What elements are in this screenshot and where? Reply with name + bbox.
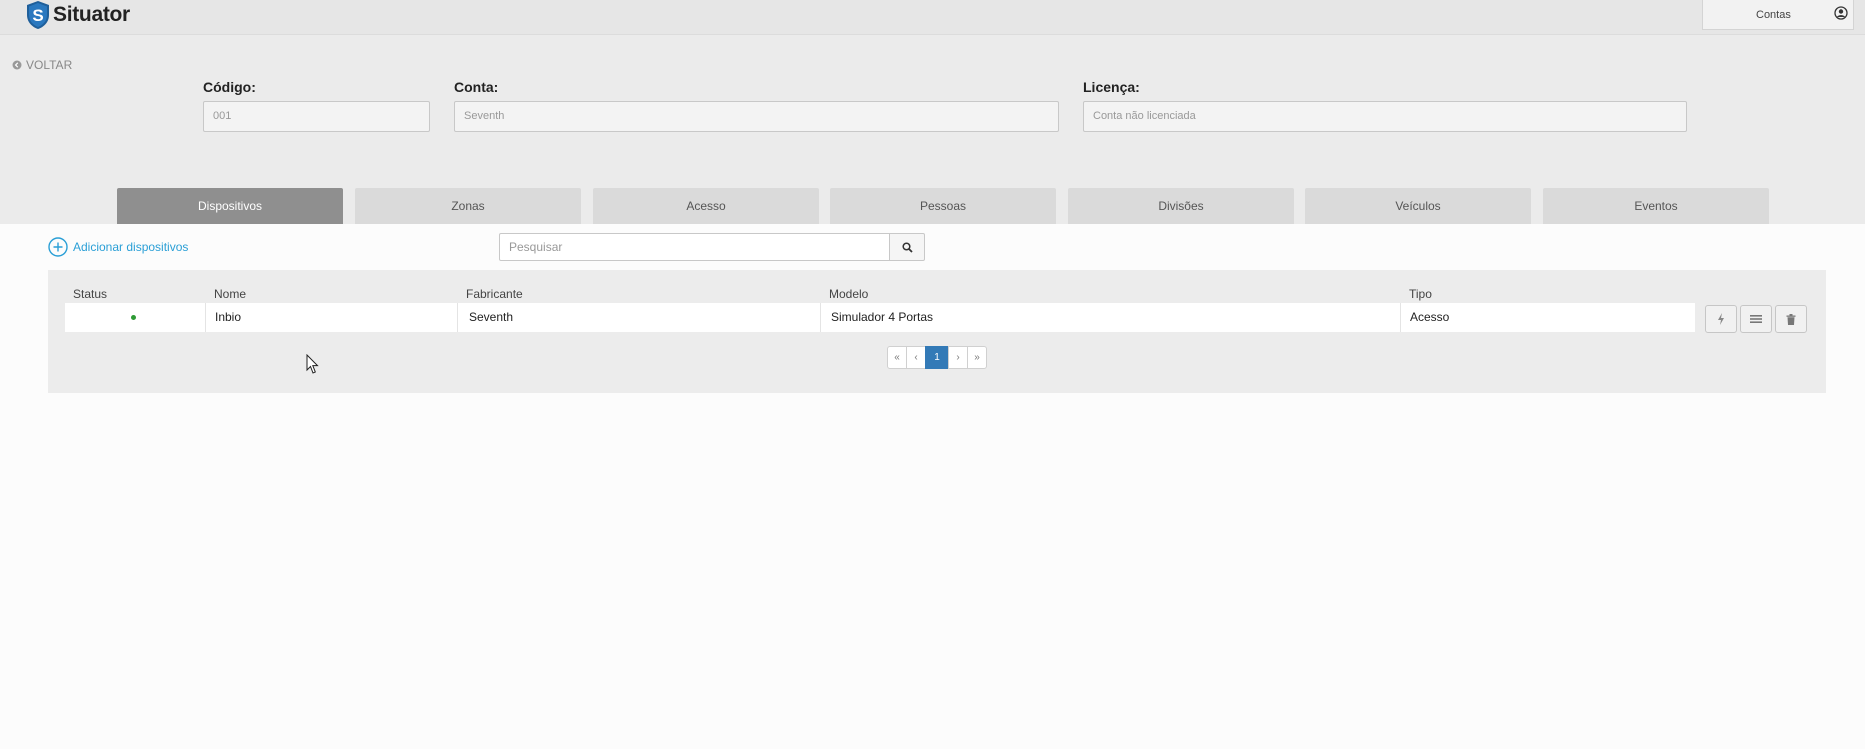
account-field[interactable]: Seventh [454, 101, 1059, 132]
delete-device-button[interactable] [1775, 305, 1807, 333]
pagination: « ‹ 1 › » [887, 346, 987, 369]
add-device-label: Adicionar dispositivos [73, 240, 189, 254]
list-icon [1750, 315, 1762, 323]
device-details-button[interactable] [1740, 305, 1772, 333]
column-header-tipo: Tipo [1409, 287, 1432, 301]
device-name: Inbio [205, 303, 457, 332]
table-row[interactable]: Inbio Seventh Simulador 4 Portas Acesso [65, 303, 1695, 332]
tab-acesso[interactable]: Acesso [593, 188, 819, 224]
back-label: VOLTAR [26, 58, 73, 72]
tab-eventos[interactable]: Eventos [1543, 188, 1769, 224]
brand-name: Situator [53, 3, 130, 26]
add-device-button[interactable]: Adicionar dispositivos [48, 237, 188, 257]
arrow-circle-left-icon [12, 60, 22, 70]
page-current-button[interactable]: 1 [925, 346, 949, 369]
column-header-nome: Nome [214, 287, 247, 301]
search-input[interactable]: Pesquisar [499, 233, 890, 261]
trigger-device-button[interactable] [1705, 305, 1737, 333]
trash-icon [1786, 313, 1796, 325]
account-label: Conta: [454, 79, 499, 95]
account-menu-button[interactable]: Contas [1702, 0, 1854, 30]
code-label: Código: [203, 79, 256, 95]
device-model: Simulador 4 Portas [820, 303, 1400, 332]
page-next-button[interactable]: › [948, 346, 968, 369]
search-button[interactable] [889, 233, 925, 261]
license-field[interactable]: Conta não licenciada [1083, 101, 1687, 132]
account-menu-label: Contas [1756, 9, 1791, 21]
search-icon [901, 241, 913, 253]
back-link[interactable]: VOLTAR [12, 58, 72, 72]
top-bar: S Situator Contas [0, 0, 1865, 35]
device-type: Acesso [1400, 303, 1695, 332]
code-field[interactable]: 001 [203, 101, 430, 132]
license-label: Licença: [1083, 79, 1140, 95]
tab-zonas[interactable]: Zonas [355, 188, 581, 224]
column-header-modelo: Modelo [829, 287, 869, 301]
user-circle-icon [1834, 6, 1848, 20]
tab-veiculos[interactable]: Veículos [1305, 188, 1531, 224]
shield-logo-icon: S [27, 1, 49, 29]
column-header-status: Status [73, 287, 108, 301]
status-cell [65, 303, 205, 332]
tab-divisoes[interactable]: Divisões [1068, 188, 1294, 224]
tab-dispositivos[interactable]: Dispositivos [117, 188, 343, 224]
bolt-icon [1718, 313, 1724, 325]
mouse-cursor-icon [306, 354, 319, 374]
page-last-button[interactable]: » [967, 346, 987, 369]
page-prev-button[interactable]: ‹ [906, 346, 926, 369]
plus-circle-icon [48, 237, 68, 257]
situator-logo[interactable]: S Situator [26, 0, 130, 32]
column-header-fabricante: Fabricante [466, 287, 523, 301]
status-online-indicator [131, 315, 136, 320]
page-first-button[interactable]: « [887, 346, 907, 369]
device-manufacturer: Seventh [457, 303, 820, 332]
logo-letter: S [32, 6, 43, 25]
tab-pessoas[interactable]: Pessoas [830, 188, 1056, 224]
